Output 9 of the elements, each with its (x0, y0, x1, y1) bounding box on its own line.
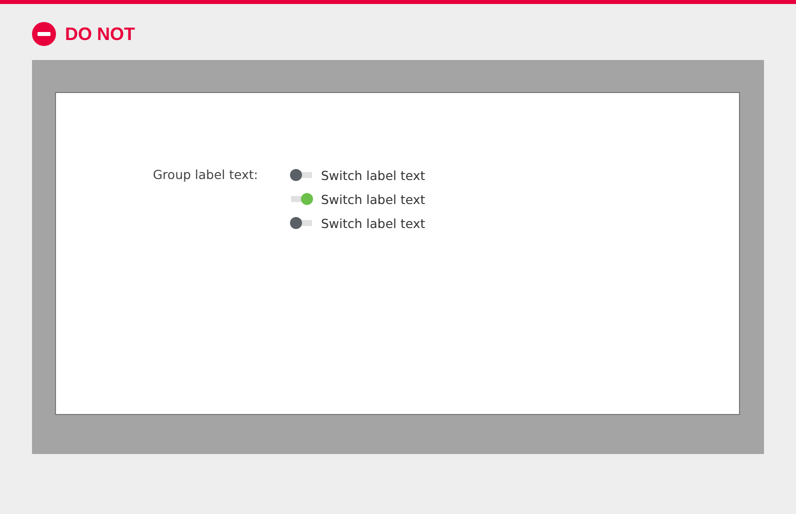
toggle-switch[interactable] (290, 169, 313, 181)
switch-label: Switch label text (321, 192, 426, 206)
switch-label: Switch label text (321, 168, 426, 182)
toggle-switch[interactable] (290, 193, 313, 205)
toggle-switch[interactable] (290, 217, 313, 229)
switch-label: Switch label text (321, 216, 426, 230)
no-entry-icon (32, 22, 56, 46)
group-label: Group label text: (152, 166, 258, 184)
header-title: DO NOT (65, 24, 135, 44)
